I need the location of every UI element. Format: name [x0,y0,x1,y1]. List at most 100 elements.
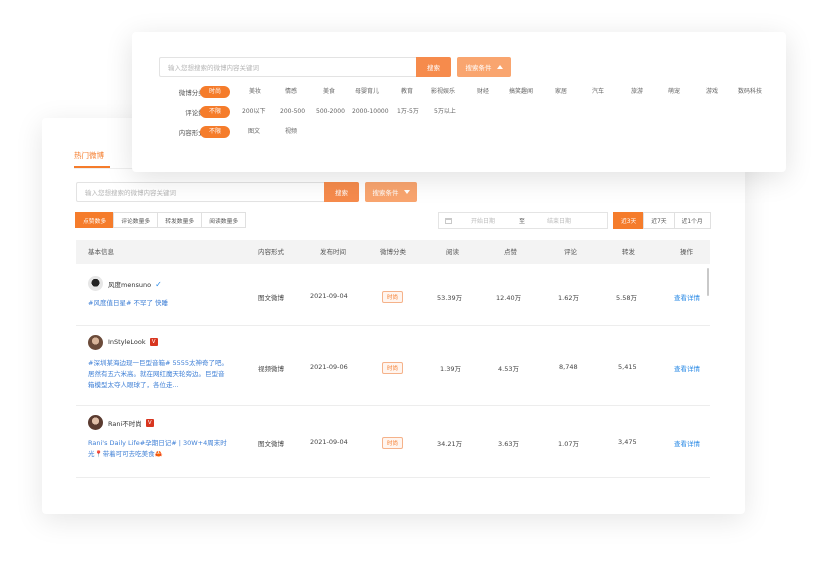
reads-value: 1.39万 [440,365,461,373]
reads-value: 53.39万 [437,294,463,302]
filter-content-form-option[interactable]: 不限 [200,126,231,138]
date-separator: 至 [519,218,526,225]
inner-conditions-button[interactable]: 搜索条件 [365,182,417,202]
top-search-input[interactable]: 输入您想搜索的微博内容关键词 [159,57,416,77]
user-name[interactable]: InStyleLook [108,338,146,346]
reposts-value: 3,475 [618,438,637,446]
filter-comments-option[interactable]: 2000-10000 [352,106,389,118]
start-date-input[interactable]: 开始日期 [471,216,495,225]
view-detail-link[interactable]: 查看详情 [674,292,700,302]
category-tag: 时尚 [382,362,404,374]
category-tag: 时尚 [382,291,404,303]
period-1month-button[interactable]: 近1个月 [673,212,711,229]
th-content-form: 内容形式 [258,248,284,256]
filter-category-option[interactable]: 旅游 [631,86,643,98]
filter-content-form-label: 内容形式: [178,129,207,137]
content-form: 图文微博 [258,294,284,302]
table-row: InStyleLook V #深圳某海边现一巨型音箱# 5555太神奇了吧。居然… [76,326,710,406]
filter-content-form-row: 内容形式: 不限 图文 视频 [132,126,786,140]
sort-button-group: 点赞数多 评论数量多 转发数量多 阅读数量多 [75,212,247,228]
content-form: 视频微博 [258,365,284,373]
filter-category-row: 微博分类: 时尚 美妆 情感 美食 母婴育儿 教育 影视娱乐 财经 搞笑趣闻 家… [132,86,786,100]
category-tag: 时尚 [382,437,404,449]
filter-comments-row: 评论数: 不限 200以下 200-500 500-2000 2000-1000… [132,106,786,120]
filter-category-option[interactable]: 游戏 [706,86,718,98]
likes-value: 3.63万 [498,440,519,448]
filter-comments-option[interactable]: 500-2000 [316,106,345,118]
post-text[interactable]: #深圳某海边现一巨型音箱# 5555太神奇了吧。居然有五六米高。就在网红魔天轮旁… [88,358,228,391]
filter-category-option[interactable]: 教育 [401,86,413,98]
view-detail-link[interactable]: 查看详情 [674,438,700,448]
avatar[interactable] [88,335,103,350]
post-text[interactable]: #风度值日星# 不罕了 快睡 [88,298,228,309]
end-date-input[interactable]: 结束日期 [547,216,571,225]
caret-down-icon [403,190,410,194]
avatar[interactable] [88,415,103,430]
th-reads: 阅读 [446,248,459,256]
filter-category-option[interactable]: 数码科技 [738,86,762,98]
filter-category-option[interactable]: 美食 [323,86,335,98]
view-detail-link[interactable]: 查看详情 [674,363,700,373]
filter-comments-option[interactable]: 200-500 [280,106,305,118]
table-row: Rani不时尚 V Rani's Daily Life#孕期日记# | 30W+… [76,406,710,478]
filter-category-option[interactable]: 财经 [477,86,489,98]
filter-category-option[interactable]: 母婴育儿 [355,86,379,98]
user-name-wrap: 风度mensuno ✓ [108,279,162,290]
publish-date: 2021-09-04 [310,292,348,300]
filter-comments-option[interactable]: 不限 [200,106,231,118]
verified-blue-icon: ✓ [155,279,162,289]
filter-category-label: 微博分类: [178,89,207,97]
period-7days-button[interactable]: 近7天 [643,212,675,229]
filter-category-option[interactable]: 汽车 [592,86,604,98]
th-publish-time: 发布时间 [320,248,346,256]
filter-content-form-option[interactable]: 视频 [285,126,297,138]
comments-value: 1.62万 [558,294,579,302]
top-conditions-button[interactable]: 搜索条件 [457,57,511,77]
inner-search-button[interactable]: 搜索 [324,182,359,202]
top-search-button[interactable]: 搜索 [416,57,451,77]
table-scrollbar[interactable] [707,268,709,296]
filter-category-option[interactable]: 萌宠 [668,86,680,98]
date-range-picker[interactable]: 开始日期 至 结束日期 [438,212,608,229]
sort-likes-button[interactable]: 点赞数多 [75,212,115,228]
filter-comments-option[interactable]: 1万-5万 [397,106,419,118]
tab-hot-weibo[interactable]: 热门微博 [74,150,104,161]
filter-category-option[interactable]: 美妆 [249,86,261,98]
th-category: 微博分类 [380,248,406,256]
table-row: 风度mensuno ✓ #风度值日星# 不罕了 快睡 图文微博 2021-09-… [76,264,710,326]
reads-value: 34.21万 [437,440,463,448]
filter-content-form-option[interactable]: 图文 [248,126,260,138]
table-header: 基本信息 内容形式 发布时间 微博分类 阅读 点赞 评论 转发 操作 [76,240,710,264]
sort-reposts-button[interactable]: 转发数量多 [157,212,203,228]
filter-category-option[interactable]: 时尚 [200,86,231,98]
filter-category-option[interactable]: 影视娱乐 [431,86,455,98]
filter-category-option[interactable]: 家居 [555,86,567,98]
comments-value: 1.07万 [558,440,579,448]
content-form: 图文微博 [258,440,284,448]
th-likes: 点赞 [504,248,517,256]
sort-reads-button[interactable]: 阅读数量多 [201,212,247,228]
period-3days-button[interactable]: 近3天 [613,212,645,229]
period-button-group: 近3天 近7天 近1个月 [613,212,711,229]
user-name[interactable]: 风度mensuno [108,279,151,289]
inner-search-input[interactable]: 输入您想搜索的微博内容关键词 [76,182,324,202]
top-search-bar: 输入您想搜索的微博内容关键词 搜索 搜索条件 [159,57,511,77]
reposts-value: 5.58万 [616,294,637,302]
publish-date: 2021-09-04 [310,438,348,446]
publish-date: 2021-09-06 [310,363,348,371]
th-action: 操作 [680,248,693,256]
post-text[interactable]: Rani's Daily Life#孕期日记# | 30W+4周末时光📍带着可可… [88,438,228,460]
top-conditions-label: 搜索条件 [465,64,492,72]
avatar[interactable] [88,276,103,291]
filter-comments-option[interactable]: 200以下 [242,106,265,118]
user-name[interactable]: Rani不时尚 [108,418,142,428]
sort-comments-button[interactable]: 评论数量多 [113,212,159,228]
filter-comments-label: 评论数: [185,109,207,117]
th-reposts: 转发 [622,248,635,256]
filter-comments-option[interactable]: 5万以上 [434,106,456,118]
filter-category-option[interactable]: 搞笑趣闻 [509,86,533,98]
calendar-icon [445,217,452,224]
inner-search-bar: 输入您想搜索的微博内容关键词 搜索 搜索条件 [76,182,417,202]
filter-category-option[interactable]: 情感 [285,86,297,98]
comments-value: 8,748 [559,363,578,371]
